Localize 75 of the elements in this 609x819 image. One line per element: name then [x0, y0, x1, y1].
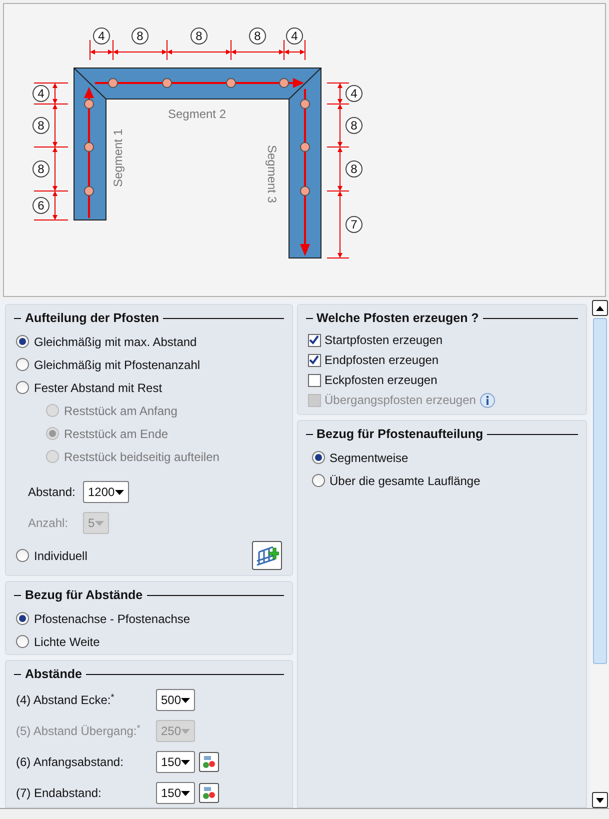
dropdown-arrow-icon — [94, 520, 104, 526]
checkbox-label: Endpfosten erzeugen — [324, 352, 439, 369]
radio-button[interactable] — [16, 635, 29, 648]
add-railing-button[interactable] — [252, 541, 282, 570]
radio-button[interactable] — [16, 381, 29, 394]
radio-button[interactable] — [16, 335, 29, 348]
checkbox[interactable] — [308, 374, 321, 386]
radio-label: Reststück am Ende — [64, 426, 168, 442]
scroll-thumb[interactable] — [593, 318, 608, 664]
radio-label: Lichte Weite — [34, 634, 100, 650]
radio-button[interactable] — [16, 358, 29, 371]
down-arrow-icon — [596, 798, 604, 802]
radio-label: Gleichmäßig mit Pfostenanzahl — [34, 356, 200, 374]
radio-label: Reststück beidseitig aufteilen — [64, 448, 220, 466]
radio-button[interactable] — [312, 474, 325, 487]
scroll-down-button[interactable] — [592, 792, 608, 808]
dropdown-arrow-icon — [181, 790, 190, 796]
dropdown-field[interactable]: 1200 — [83, 481, 129, 503]
dimension-label: 8 — [190, 28, 208, 44]
radio-label: Fester Abstand mit Rest — [34, 380, 162, 396]
pick-icon — [202, 786, 216, 800]
radio-button[interactable] — [16, 549, 29, 562]
field-label: (5) Abstand Übergang:$^{*}$ — [16, 722, 142, 740]
checkbox-label: Übergangspfosten erzeugen — [324, 392, 476, 409]
dimension-label: 8 — [249, 28, 266, 44]
segment-label: Segment 3 — [265, 144, 279, 204]
field-label: Abstand: — [28, 484, 76, 501]
radio-label: Gleichmäßig mit max. Abstand — [34, 334, 197, 350]
dimension-label: 4 — [93, 28, 110, 44]
radio-label: Reststück am Anfang — [64, 402, 178, 420]
radio-label: Pfostenachse - Pfostenachse — [34, 610, 190, 628]
dimension-label: 6 — [32, 197, 50, 214]
field-label: (4) Abstand Ecke:$^{*}$ — [16, 691, 116, 709]
pick-icon — [202, 755, 216, 769]
segment-label: Segment 2 — [168, 107, 226, 121]
dropdown-field[interactable]: 500 — [156, 689, 196, 711]
dimension-label: 4 — [286, 28, 303, 44]
dropdown-arrow-icon — [181, 728, 190, 734]
radio-label: Segmentweise — [330, 450, 408, 466]
dimension-label: 8 — [32, 160, 50, 178]
segment-label: Segment 1 — [111, 128, 125, 188]
dimension-label: 8 — [346, 117, 362, 134]
dropdown-field[interactable]: 150 — [156, 782, 196, 804]
radio-label: Individuell — [34, 548, 88, 564]
dimension-label: 4 — [32, 85, 50, 102]
field-label: (6) Anfangsabstand: — [16, 754, 124, 771]
dimension-label: 4 — [346, 85, 362, 102]
checkbox[interactable] — [308, 334, 321, 346]
railing-add-icon — [254, 544, 279, 566]
dimension-label: 8 — [32, 117, 50, 134]
field-label: (7) Endabstand: — [16, 785, 102, 802]
section-title: Bezug für Abstände — [25, 586, 143, 604]
dropdown-field[interactable]: 150 — [156, 751, 196, 773]
section-title: Abstände — [25, 666, 82, 683]
radio-button[interactable] — [312, 451, 325, 464]
section-title: Bezug für Pfostenaufteilung — [316, 426, 484, 443]
section-title: Aufteilung der Pfosten — [25, 310, 160, 327]
dimension-label: 8 — [346, 160, 362, 178]
dropdown-arrow-icon — [181, 760, 190, 764]
checkbox[interactable] — [308, 354, 321, 366]
field-label: Anzahl: — [28, 515, 70, 532]
dimension-label: 7 — [346, 216, 362, 233]
up-arrow-icon — [596, 306, 604, 310]
dropdown-arrow-icon — [181, 698, 190, 702]
radio-label: Über die gesamte Lauflänge — [330, 472, 480, 490]
pick-button[interactable] — [199, 783, 220, 803]
scroll-up-button[interactable] — [592, 300, 608, 316]
dropdown-arrow-icon — [114, 490, 124, 494]
radio-button[interactable] — [16, 612, 29, 625]
section-title: Welche Pfosten erzeugen ? — [316, 310, 479, 327]
checkbox-label: Eckpfosten erzeugen — [324, 372, 438, 389]
checkbox-label: Startpfosten erzeugen — [324, 332, 443, 349]
dimension-label: 8 — [132, 28, 148, 44]
scrollbar[interactable] — [591, 300, 609, 808]
pick-button[interactable] — [199, 752, 220, 772]
